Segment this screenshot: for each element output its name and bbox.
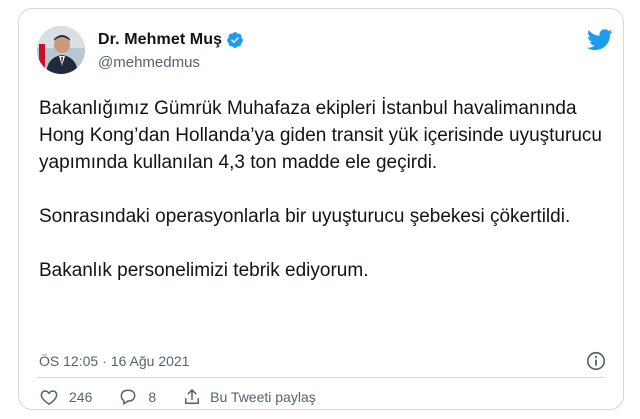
- share-label: Bu Tweeti paylaş: [210, 389, 316, 405]
- tweet-body: Bakanlığımız Gümrük Muhafaza ekipleri İs…: [39, 95, 609, 284]
- tweet-paragraph: Bakanlık personelimizi tebrik ediyorum.: [39, 260, 369, 281]
- tweet-paragraph: Bakanlığımız Gümrük Muhafaza ekipleri İs…: [39, 98, 602, 173]
- info-icon[interactable]: [585, 350, 607, 372]
- reply-icon: [120, 389, 136, 405]
- tweet-actions: 246 8 Bu Tweeti paylaş: [39, 387, 342, 407]
- like-count: 246: [69, 389, 93, 405]
- tweet-timestamp[interactable]: ÖS 12:05 · 16 Ağu 2021: [39, 353, 189, 369]
- reply-button[interactable]: 8: [118, 387, 156, 407]
- reply-count: 8: [148, 389, 157, 405]
- author-handle[interactable]: @mehmedmus: [98, 54, 200, 71]
- divider: [37, 377, 605, 378]
- share-icon: [185, 389, 200, 404]
- tweet-time: ÖS 12:05: [39, 353, 99, 369]
- author-row: Dr. Mehmet Muş: [98, 31, 244, 49]
- heart-icon: [40, 390, 58, 405]
- share-button[interactable]: Bu Tweeti paylaş: [182, 387, 316, 407]
- like-button[interactable]: 246: [39, 387, 92, 407]
- tweet-date: 16 Ağu 2021: [110, 353, 190, 369]
- verified-badge-icon: [226, 31, 244, 49]
- twitter-bird-icon[interactable]: [586, 29, 613, 51]
- avatar[interactable]: [37, 26, 85, 74]
- tweet-card: Dr. Mehmet Muş @mehmedmus Bakanlığımız G…: [18, 8, 624, 410]
- timestamp-separator: ·: [102, 353, 107, 369]
- tweet-paragraph: Sonrasındaki operasyonlarla bir uyuşturu…: [39, 206, 571, 227]
- author-name[interactable]: Dr. Mehmet Muş: [98, 31, 222, 49]
